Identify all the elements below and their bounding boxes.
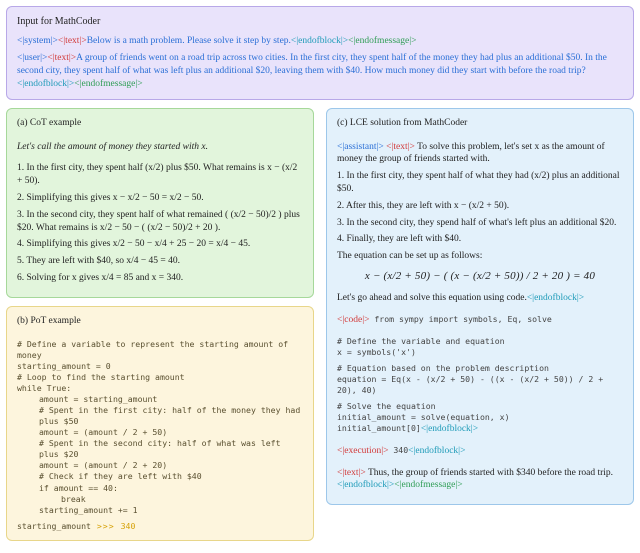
lce-final: Thus, the group of friends started with … <box>366 468 613 478</box>
lce-solve-prompt: Let's go ahead and solve this equation u… <box>337 293 527 303</box>
code-line: # Define the variable and equation <box>337 336 623 347</box>
cot-step: 5. They are left with $40, so x/4 − 45 =… <box>17 255 303 268</box>
cot-step: 2. Simplifying this gives x − x/2 − 50 =… <box>17 192 303 205</box>
code-line: amount = (amount / 2 + 50) <box>17 427 303 438</box>
code-line: # Spent in the first city: half of the m… <box>17 405 303 427</box>
code-line: amount = starting_amount <box>17 394 303 405</box>
endofmessage-tag: <|endofmessage|> <box>394 480 462 490</box>
user-line: <|user|><|text|>A group of friends went … <box>17 52 623 90</box>
out-value: 340 <box>121 521 136 531</box>
code-open-line: <|code|> from sympy import symbols, Eq, … <box>337 314 623 327</box>
endofblock-tag: <|endofblock|> <box>421 424 478 434</box>
endofblock-tag: <|endofblock|> <box>291 36 348 46</box>
endofblock-tag: <|endofblock|> <box>17 79 74 89</box>
code-line: # Equation based on the problem descript… <box>337 363 623 374</box>
execution-tag: <|execution|> <box>337 446 388 456</box>
endofblock-tag: <|endofblock|> <box>527 293 584 303</box>
code-line: starting_amount = 0 <box>17 361 303 372</box>
user-text: A group of friends went on a road trip a… <box>17 53 607 76</box>
lce-step: 1. In the first city, they spent half of… <box>337 170 623 196</box>
code-line: initial_amount = solve(equation, x) <box>337 412 623 423</box>
lce-eq-label: The equation can be set up as follows: <box>337 250 623 263</box>
input-title: Input for MathCoder <box>17 15 623 29</box>
solve-prompt-line: Let's go ahead and solve this equation u… <box>337 292 623 305</box>
text-tag: <|text|> <box>386 142 415 152</box>
code-line: break <box>17 494 303 505</box>
system-tag: <|system|> <box>17 36 58 46</box>
code-line: amount = (amount / 2 + 20) <box>17 460 303 471</box>
text-tag: <|text|> <box>58 36 87 46</box>
code-line: # Loop to find the starting amount <box>17 372 303 383</box>
execution-line: <|execution|> 340<|endofblock|> <box>337 445 623 458</box>
right-column: (c) LCE solution from MathCoder <|assist… <box>322 104 638 545</box>
code-block: # Define the variable and equation x = s… <box>337 331 623 436</box>
pot-panel: (b) PoT example # Define a variable to r… <box>6 306 314 541</box>
code-line: # Define a variable to represent the sta… <box>17 339 303 361</box>
columns: (a) CoT example Let's call the amount of… <box>0 104 640 549</box>
system-line: <|system|><|text|>Below is a math proble… <box>17 35 623 48</box>
code-line: # Spent in the second city: half of what… <box>17 438 303 460</box>
cot-step: 3. In the second city, they spent half o… <box>17 209 303 235</box>
out-label: starting_amount <box>17 521 91 531</box>
lce-title: (c) LCE solution from MathCoder <box>337 117 623 130</box>
output-line: starting_amount >>> 340 <box>17 521 135 531</box>
endofblock-tag: <|endofblock|> <box>408 446 465 456</box>
pot-title: (b) PoT example <box>17 315 303 328</box>
cot-step: 6. Solving for x gives x/4 = 85 and x = … <box>17 272 303 285</box>
code-line: equation = Eq(x - (x/2 + 50) - ((x - (x/… <box>337 374 623 396</box>
system-text: Below is a math problem. Please solve it… <box>87 36 291 46</box>
code-line: if amount == 40: <box>17 483 303 494</box>
code-line: # Check if they are left with $40 <box>17 471 303 482</box>
assistant-tag: <|assistant|> <box>337 142 384 152</box>
code-tag: <|code|> <box>337 315 369 325</box>
code-line: while True: <box>17 383 303 394</box>
lce-equation: x − (x/2 + 50) − ( (x − (x/2 + 50)) / 2 … <box>337 269 623 284</box>
cot-step: 4. Simplifying this gives x/2 − 50 − x/4… <box>17 238 303 251</box>
left-column: (a) CoT example Let's call the amount of… <box>2 104 318 545</box>
endofblock-tag: <|endofblock|> <box>337 480 394 490</box>
final-line: <|text|> Thus, the group of friends star… <box>337 467 623 493</box>
out-arrows: >>> <box>91 521 121 531</box>
input-panel: Input for MathCoder <|system|><|text|>Be… <box>6 6 634 100</box>
code-line: x = symbols('x') <box>337 347 623 358</box>
lce-step: 2. After this, they are left with x − (x… <box>337 200 623 213</box>
lce-step: 3. In the second city, they spend half o… <box>337 217 623 230</box>
lce-step: 4. Finally, they are left with $40. <box>337 233 623 246</box>
text-tag: <|text|> <box>47 53 76 63</box>
endofmessage-tag: <|endofmessage|> <box>348 36 416 46</box>
cot-title: (a) CoT example <box>17 117 303 130</box>
cot-intro: Let's call the amount of money they star… <box>17 141 303 154</box>
code-line: initial_amount[0] <box>337 423 421 433</box>
text-tag: <|text|> <box>337 468 366 478</box>
code-line: from sympy import symbols, Eq, solve <box>369 314 551 324</box>
lce-panel: (c) LCE solution from MathCoder <|assist… <box>326 108 634 505</box>
cot-steps: 1. In the first city, they spent half (x… <box>17 162 303 285</box>
user-tag: <|user|> <box>17 53 47 63</box>
cot-step: 1. In the first city, they spent half (x… <box>17 162 303 188</box>
code-line: starting_amount += 1 <box>17 505 303 516</box>
cot-panel: (a) CoT example Let's call the amount of… <box>6 108 314 298</box>
code-line: # Solve the equation <box>337 401 623 412</box>
assistant-line: <|assistant|> <|text|> To solve this pro… <box>337 141 623 167</box>
endofmessage-tag: <|endofmessage|> <box>74 79 142 89</box>
exec-result: 340 <box>388 445 408 455</box>
